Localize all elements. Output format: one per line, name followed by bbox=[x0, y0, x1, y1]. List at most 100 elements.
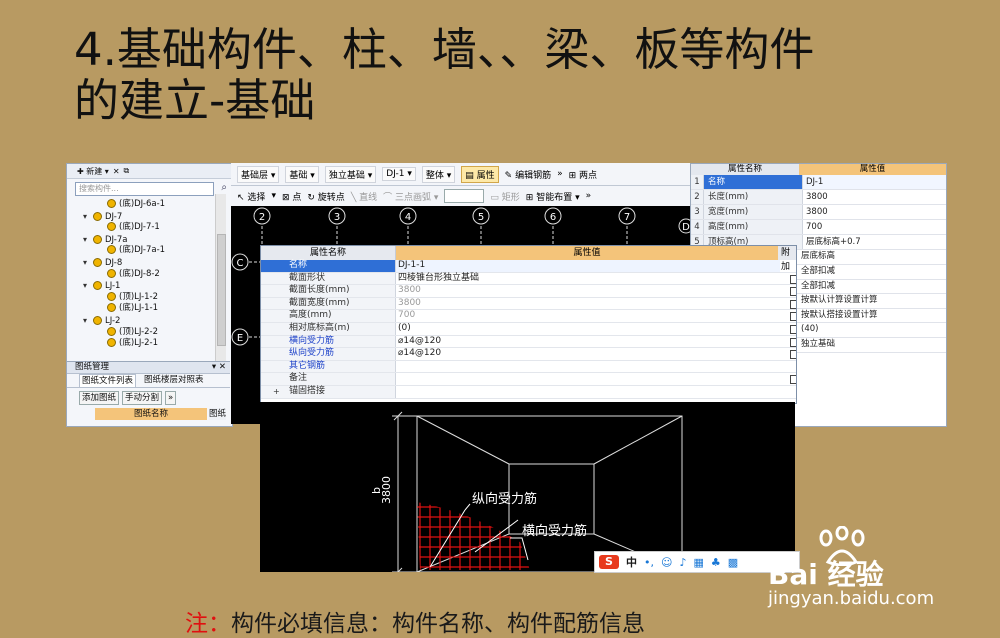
attach-checkbox[interactable] bbox=[790, 375, 796, 385]
dialog-property-row[interactable]: + 锚固搭接 bbox=[261, 385, 796, 399]
select-button[interactable]: ↖ 选择 bbox=[237, 190, 265, 203]
type-select[interactable]: 独立基础 ▾ bbox=[324, 165, 377, 183]
property-row[interactable]: 3 宽度(mm) 3800 bbox=[691, 205, 946, 221]
mic-icon[interactable]: ♪ bbox=[679, 556, 686, 569]
category-select[interactable]: 基础 ▾ bbox=[285, 165, 319, 183]
two-point-button[interactable]: ⊞ 两点 bbox=[569, 168, 597, 181]
emoji-icon[interactable]: ☺ bbox=[661, 556, 672, 569]
expand-toggle-icon[interactable]: ▾ bbox=[83, 234, 93, 246]
scope-select[interactable]: 整体 ▾ bbox=[421, 165, 456, 183]
arc-option-select[interactable] bbox=[444, 189, 485, 203]
component-select[interactable]: DJ-1 ▾ bbox=[382, 167, 416, 181]
tree-item[interactable]: (底)LJ-2-1 bbox=[67, 338, 232, 350]
ime-lang-toggle[interactable]: 中 bbox=[626, 554, 637, 570]
property-value[interactable]: 3800 bbox=[396, 298, 780, 310]
rect-button[interactable]: ▭ 矩形 bbox=[490, 190, 519, 203]
attach-checkbox[interactable] bbox=[790, 324, 796, 334]
expand-toggle-icon[interactable]: ▾ bbox=[83, 257, 93, 269]
attach-checkbox[interactable] bbox=[790, 312, 796, 322]
smart-layout-button[interactable]: ⊞ 智能布置 ▾ bbox=[526, 190, 580, 203]
property-button[interactable]: ▤ 属性 bbox=[461, 165, 499, 183]
tree-item[interactable]: ▾ DJ-7 bbox=[67, 211, 232, 223]
property-value[interactable]: ⌀14@120 bbox=[396, 348, 780, 360]
attach-checkbox[interactable] bbox=[790, 287, 796, 297]
property-value[interactable]: 四棱锥台形独立基础 bbox=[396, 273, 780, 285]
dialog-property-row[interactable]: 高度(mm) 700 bbox=[261, 310, 796, 323]
dialog-property-row[interactable]: 备注 bbox=[261, 373, 796, 386]
property-value[interactable]: 3800 bbox=[803, 190, 946, 204]
property-value[interactable]: 700 bbox=[803, 220, 946, 234]
tab-drawing-file-list[interactable]: 图纸文件列表 bbox=[79, 374, 137, 387]
property-value[interactable]: DJ-1 bbox=[803, 175, 946, 190]
manual-split-button[interactable]: 手动分割 bbox=[122, 391, 163, 405]
tree-item[interactable]: (底)DJ-7-1 bbox=[67, 222, 232, 234]
tree-item[interactable]: (底)DJ-7a-1 bbox=[67, 245, 232, 257]
expand-toggle-icon[interactable]: ▾ bbox=[83, 315, 93, 327]
overflow-icon-2[interactable]: » bbox=[586, 191, 592, 201]
scroll-thumb[interactable] bbox=[217, 234, 226, 346]
tree-item[interactable]: (底)DJ-8-2 bbox=[67, 268, 232, 281]
floor-select[interactable]: 基础层 ▾ bbox=[237, 165, 280, 183]
tree-scrollbar[interactable] bbox=[215, 194, 226, 364]
component-search-input[interactable]: 搜索构件... ⌕ bbox=[75, 182, 227, 196]
drawing-name-column[interactable]: 图纸名称 bbox=[95, 408, 207, 420]
dialog-property-row[interactable]: 截面形状 四棱锥台形独立基础 bbox=[261, 272, 796, 286]
property-row[interactable]: 2 长度(mm) 3800 bbox=[691, 190, 946, 206]
rotate-point-button[interactable]: ↻ 旋转点 bbox=[307, 190, 344, 203]
tree-item[interactable]: ▾ LJ-2 bbox=[67, 315, 232, 327]
attach-checkbox[interactable] bbox=[790, 350, 796, 360]
property-value[interactable] bbox=[396, 361, 780, 373]
tools-icon[interactable]: ▩ bbox=[728, 556, 738, 569]
attach-checkbox[interactable] bbox=[790, 274, 796, 284]
attach-checkbox[interactable] bbox=[790, 299, 796, 309]
tree-item[interactable]: (顶)LJ-1-2 bbox=[67, 291, 232, 304]
arc-button[interactable]: ⌒ 三点画弧 ▾ bbox=[383, 190, 438, 203]
dialog-property-row[interactable]: 其它钢筋 bbox=[261, 360, 796, 374]
line-button[interactable]: ╲ 直线 bbox=[351, 190, 377, 203]
close-icon[interactable]: ✕ bbox=[113, 167, 120, 176]
copy-icon[interactable]: ⧉ bbox=[124, 166, 130, 176]
tree-item[interactable]: (顶)LJ-2-2 bbox=[67, 326, 232, 339]
property-value[interactable]: 3800 bbox=[396, 285, 780, 297]
edit-rebar-button[interactable]: ✎ 编辑钢筋 bbox=[505, 168, 551, 181]
property-value[interactable] bbox=[396, 373, 780, 385]
property-row[interactable]: 1 名称 DJ-1 bbox=[691, 175, 946, 191]
tab-drawing-floor-map[interactable]: 图纸楼层对照表 bbox=[142, 374, 206, 387]
expand-plus-icon[interactable]: + bbox=[273, 386, 280, 398]
new-button[interactable]: ✚ 新建 ▾ bbox=[77, 166, 109, 177]
tree-item[interactable]: ▾ DJ-8 bbox=[67, 257, 232, 269]
dialog-property-row[interactable]: 纵向受力筋 ⌀14@120 bbox=[261, 348, 796, 361]
expand-toggle-icon[interactable]: ▾ bbox=[83, 280, 93, 292]
sogou-icon[interactable]: S bbox=[599, 555, 619, 569]
drawing-column-2[interactable]: 图纸 bbox=[209, 408, 227, 420]
add-drawing-button[interactable]: 添加图纸 bbox=[79, 391, 120, 405]
tree-item[interactable]: ▾ DJ-7a bbox=[67, 234, 232, 246]
point-button[interactable]: ⊠ 点 bbox=[282, 190, 301, 203]
property-row[interactable]: 4 高度(mm) 700 bbox=[691, 220, 946, 236]
overflow-icon[interactable]: » bbox=[557, 169, 563, 179]
dropdown-icon[interactable]: ▾ bbox=[271, 191, 276, 201]
skin-icon[interactable]: ♣ bbox=[711, 556, 721, 569]
dialog-property-row[interactable]: 截面长度(mm) 3800 bbox=[261, 285, 796, 298]
keyboard-icon[interactable]: ▦ bbox=[694, 556, 704, 569]
attach-checkbox[interactable] bbox=[790, 337, 796, 347]
property-value[interactable]: DJ-1-1 bbox=[396, 260, 780, 272]
dialog-property-row[interactable]: 相对底标高(m) (0) bbox=[261, 322, 796, 336]
dialog-property-row[interactable]: 截面宽度(mm) 3800 bbox=[261, 297, 796, 311]
more-icon[interactable]: » bbox=[165, 391, 177, 405]
punctuation-icon[interactable]: •, bbox=[644, 556, 654, 569]
tree-item[interactable]: (底)DJ-6a-1 bbox=[67, 199, 232, 211]
tree-item[interactable]: ▾ LJ-1 bbox=[67, 280, 232, 292]
search-icon[interactable]: ⌕ bbox=[221, 182, 227, 194]
dialog-property-row[interactable]: 横向受力筋 ⌀14@120 bbox=[261, 335, 796, 349]
expand-toggle-icon[interactable]: ▾ bbox=[83, 211, 93, 223]
property-value[interactable]: 700 bbox=[396, 310, 780, 322]
property-value[interactable]: (0) bbox=[396, 323, 780, 335]
property-value[interactable]: ⌀14@120 bbox=[396, 336, 780, 348]
property-value[interactable]: 3800 bbox=[803, 205, 946, 219]
property-value[interactable]: 层底标高+0.7 bbox=[803, 235, 946, 249]
pin-icon[interactable]: ▾ ✕ bbox=[212, 362, 226, 373]
dialog-property-row[interactable]: 名称 DJ-1-1 bbox=[261, 260, 796, 273]
property-value[interactable] bbox=[396, 386, 780, 398]
tree-item[interactable]: (底)LJ-1-1 bbox=[67, 303, 232, 315]
